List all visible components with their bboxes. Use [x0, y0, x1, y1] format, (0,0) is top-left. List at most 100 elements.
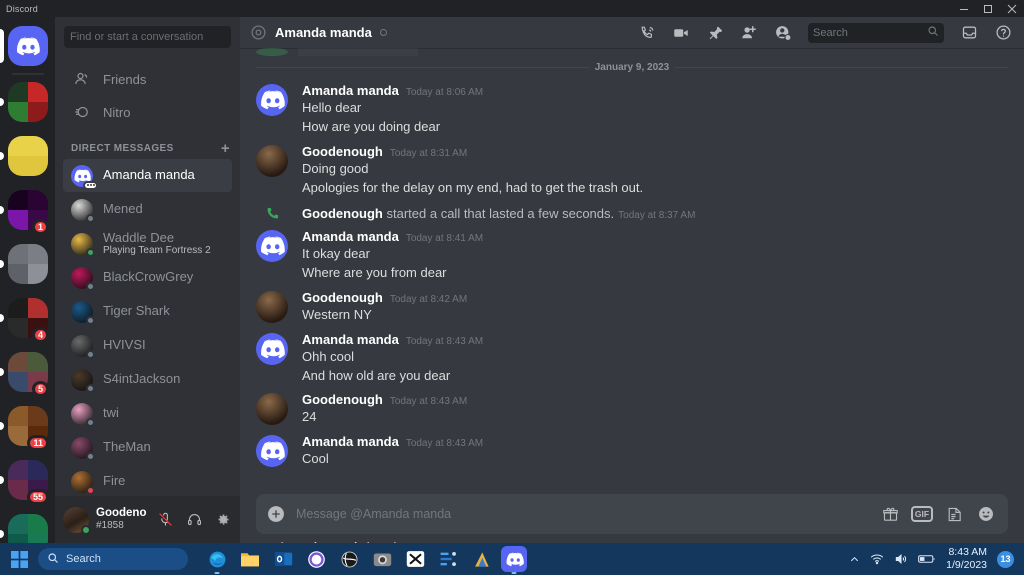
- dm-item-name: Tiger Shark: [103, 304, 170, 319]
- close-icon[interactable]: [1000, 0, 1024, 17]
- avatar[interactable]: [63, 506, 91, 535]
- plus-circle-icon[interactable]: [264, 502, 288, 526]
- server-item-server-v[interactable]: 1: [0, 183, 55, 237]
- dm-item-theman[interactable]: TheMan: [63, 431, 232, 464]
- help-icon[interactable]: [990, 21, 1016, 45]
- taskbar-app-discord[interactable]: [501, 546, 527, 574]
- minimize-icon[interactable]: [952, 0, 976, 17]
- message-list[interactable]: January 9, 2023 Amanda manda Today at 8:0…: [240, 48, 1024, 494]
- taskbar-app-list[interactable]: [204, 546, 527, 574]
- server-item-server-group-d[interactable]: 889: [0, 507, 55, 543]
- message-timestamp: Today at 8:43 AM: [389, 396, 468, 408]
- gift-icon[interactable]: [878, 502, 902, 526]
- sidebar-item-nitro[interactable]: Nitro: [63, 96, 232, 128]
- taskbar-app-outlook[interactable]: [270, 546, 296, 572]
- dm-item-hvivsi[interactable]: HVIVSI: [63, 329, 232, 362]
- server-item-server-dark[interactable]: 4: [0, 291, 55, 345]
- composer-wrapper: Message @Amanda manda GIF: [240, 494, 1024, 534]
- message: Goodenough Today at 8:43 AM 24: [240, 384, 1024, 426]
- battery-icon[interactable]: [918, 553, 936, 565]
- taskbar-search-input[interactable]: Search: [38, 548, 188, 570]
- server-item-server-fg[interactable]: [0, 237, 55, 291]
- notification-badge[interactable]: 13: [997, 550, 1014, 568]
- message-line: Doing good: [302, 160, 369, 176]
- server-item-home[interactable]: [0, 19, 55, 73]
- message-author[interactable]: Goodenough: [302, 290, 383, 305]
- dm-item-fire[interactable]: Fire: [63, 465, 232, 496]
- dm-item-name: BlackCrowGrey: [103, 270, 194, 285]
- message-composer[interactable]: Message @Amanda manda GIF: [256, 494, 1008, 534]
- gif-label: GIF: [910, 506, 934, 522]
- dm-item-waddle-dee[interactable]: Waddle Dee Playing Team Fortress 2: [63, 227, 232, 260]
- maximize-icon[interactable]: [976, 0, 1000, 17]
- dm-list[interactable]: Amanda manda Mened Waddle Dee Playing Team …: [55, 158, 240, 496]
- avatar[interactable]: [256, 332, 288, 365]
- search-input[interactable]: Search: [808, 22, 944, 43]
- message-author[interactable]: Goodenough: [302, 144, 383, 159]
- taskbar-app-messenger[interactable]: [303, 546, 329, 572]
- taskbar-app-capcut[interactable]: [402, 546, 428, 572]
- taskbar-app-file-explorer[interactable]: [237, 546, 263, 572]
- taskbar-app-drawing-app[interactable]: [468, 546, 494, 572]
- taskbar-app-editor[interactable]: [435, 546, 461, 572]
- dm-item-text: Tiger Shark: [103, 304, 170, 318]
- add-friend-icon[interactable]: [736, 21, 762, 45]
- message-line: And how old are you dear: [302, 367, 451, 383]
- mic-muted-icon[interactable]: [154, 507, 176, 533]
- message-header: Amanda manda Today at 8:43 AM: [302, 434, 1008, 449]
- plus-icon[interactable]: +: [221, 141, 230, 156]
- sticker-icon[interactable]: [942, 502, 966, 526]
- dm-item-s4intjackson[interactable]: S4intJackson: [63, 363, 232, 396]
- video-icon[interactable]: [668, 21, 694, 45]
- start-icon[interactable]: [6, 546, 32, 572]
- user-panel[interactable]: Goodenou... #1858: [55, 496, 240, 543]
- message-author[interactable]: Amanda manda: [302, 332, 399, 347]
- divider-line-left: [256, 67, 589, 68]
- avatar[interactable]: [256, 435, 288, 468]
- message-author[interactable]: Goodenough: [302, 392, 383, 407]
- sidebar-item-friends[interactable]: Friends: [63, 63, 232, 95]
- server-item-server-group-b[interactable]: 11: [0, 399, 55, 453]
- server-item-server-group-c[interactable]: 55: [0, 453, 55, 507]
- server-list[interactable]: 145115588910NEW: [0, 75, 55, 543]
- find-conversation-input[interactable]: Find or start a conversation: [64, 25, 231, 48]
- taskbar-app-camera[interactable]: [369, 546, 395, 572]
- avatar[interactable]: [256, 144, 288, 177]
- message-author[interactable]: Amanda manda: [302, 434, 399, 449]
- gear-icon[interactable]: [212, 507, 234, 533]
- avatar[interactable]: [256, 393, 288, 426]
- message-input[interactable]: Message @Amanda manda: [296, 507, 870, 521]
- avatar[interactable]: [256, 84, 288, 116]
- taskbar-clock[interactable]: 8:43 AM 1/9/2023: [946, 546, 987, 571]
- server-rail[interactable]: 145115588910NEW: [0, 17, 55, 543]
- dm-item-mened[interactable]: Mened: [63, 193, 232, 226]
- taskbar-app-edge[interactable]: [204, 546, 230, 574]
- taskbar-app-globe-app[interactable]: [336, 546, 362, 572]
- avatar: [71, 368, 95, 393]
- headphones-icon[interactable]: [183, 507, 205, 533]
- chevron-up-icon[interactable]: [849, 554, 860, 565]
- message-author[interactable]: Amanda manda: [302, 83, 399, 98]
- volume-icon[interactable]: [894, 552, 908, 566]
- dm-item-amanda-manda[interactable]: Amanda manda: [63, 159, 232, 192]
- server-item-server-group-a[interactable]: 5: [0, 345, 55, 399]
- call-icon[interactable]: [634, 21, 660, 45]
- message-body: Amanda manda Today at 8:41 AM It okay dear…: [302, 229, 1008, 282]
- pin-icon[interactable]: [702, 21, 728, 45]
- dm-item-twi[interactable]: twi: [63, 397, 232, 430]
- server-indicator-pill: [0, 422, 4, 430]
- gif-icon[interactable]: GIF: [910, 502, 934, 526]
- dm-item-blackcrowgrey[interactable]: BlackCrowGrey: [63, 261, 232, 294]
- avatar[interactable]: [256, 290, 288, 323]
- server-item-server-smiley[interactable]: [0, 129, 55, 183]
- avatar: [71, 232, 95, 257]
- server-item-server-plant[interactable]: [0, 75, 55, 129]
- profile-icon[interactable]: [770, 21, 796, 45]
- emoji-icon[interactable]: [974, 502, 998, 526]
- avatar[interactable]: [256, 229, 288, 262]
- wifi-icon[interactable]: [870, 552, 884, 566]
- inbox-icon[interactable]: [956, 21, 982, 45]
- message-author[interactable]: Amanda manda: [302, 229, 399, 244]
- dm-item-tiger-shark[interactable]: Tiger Shark: [63, 295, 232, 328]
- divider-line-right: [675, 67, 1008, 68]
